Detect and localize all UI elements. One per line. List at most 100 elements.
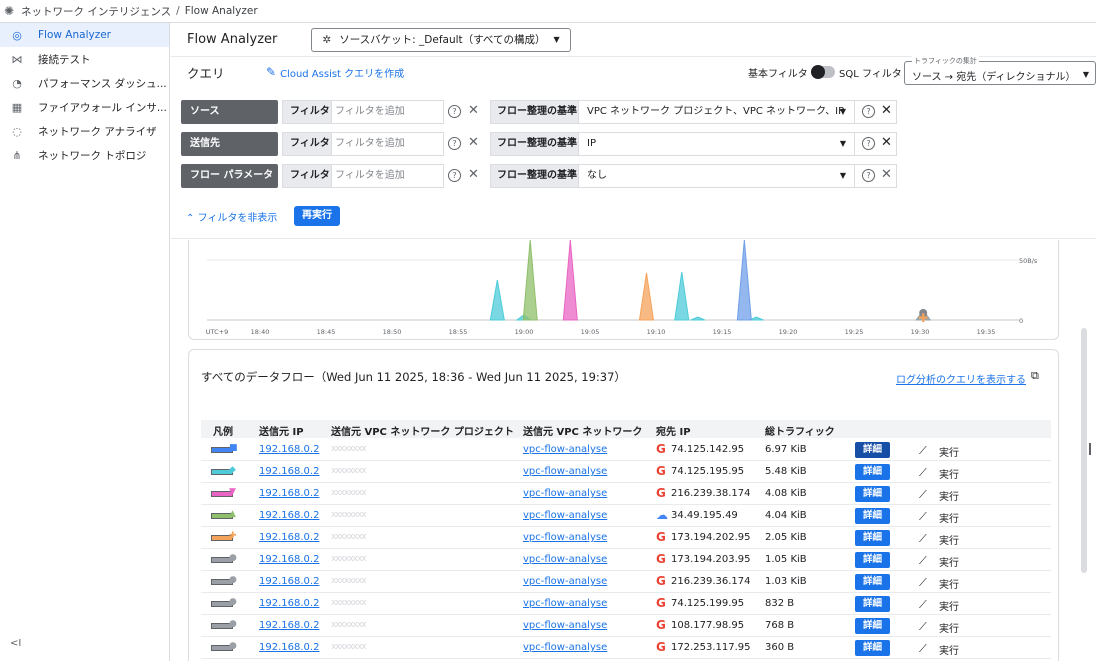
hide-filters-button[interactable]: ⌃ フィルタを非表示 (186, 209, 277, 224)
run-label[interactable]: 実行 (939, 598, 959, 613)
source-ip-link[interactable]: 192.168.0.2 (259, 554, 319, 565)
run-query-icon[interactable]: ⟋ (919, 444, 927, 458)
help-icon[interactable]: ? (862, 169, 875, 182)
run-query-icon[interactable]: ⟋ (919, 598, 927, 612)
flow-analyzer-icon: ◎ (12, 28, 22, 42)
run-label[interactable]: 実行 (939, 510, 959, 525)
breadcrumb-root[interactable]: ネットワーク インテリジェンス (21, 4, 171, 19)
filter-input[interactable]: フィルタを追加 (332, 164, 444, 188)
filter-input[interactable]: フィルタを追加 (332, 132, 444, 156)
series-area-4 (736, 239, 752, 321)
details-button[interactable]: 詳細 (855, 442, 890, 458)
sidebar-item-0[interactable]: ◎ Flow Analyzer (0, 23, 169, 47)
run-label[interactable]: 実行 (939, 466, 959, 481)
help-icon[interactable]: ? (448, 169, 461, 182)
destination-ip: 74.125.195.95 (671, 466, 745, 477)
source-network-link[interactable]: vpc-flow-analyse (523, 444, 607, 455)
run-label[interactable]: 実行 (939, 444, 959, 459)
details-button[interactable]: 詳細 (855, 596, 890, 612)
run-query-icon[interactable]: ⟋ (919, 576, 927, 590)
x-tick-label: 19:10 (647, 328, 666, 336)
source-ip-link[interactable]: 192.168.0.2 (259, 488, 319, 499)
details-button[interactable]: 詳細 (855, 530, 890, 546)
run-label[interactable]: 実行 (939, 642, 959, 657)
help-icon[interactable]: ? (862, 137, 875, 150)
remove-group-icon[interactable]: ✕ (881, 167, 892, 182)
details-button[interactable]: 詳細 (855, 574, 890, 590)
source-network-link[interactable]: vpc-flow-analyse (523, 620, 607, 631)
sidebar-item-5[interactable]: ⋔ ネットワーク トポロジ (0, 143, 169, 167)
source-ip-link[interactable]: 192.168.0.2 (259, 620, 319, 631)
source-ip-link[interactable]: 192.168.0.2 (259, 532, 319, 543)
source-network-link[interactable]: vpc-flow-analyse (523, 532, 607, 543)
details-button[interactable]: 詳細 (855, 640, 890, 656)
log-analytics-query-link[interactable]: ログ分析のクエリを表示する (896, 371, 1026, 386)
dropdown-arrow-icon: ▼ (839, 139, 846, 148)
filter-mode-toggle[interactable] (811, 65, 835, 79)
help-icon[interactable]: ? (448, 137, 461, 150)
source-network-link[interactable]: vpc-flow-analyse (523, 466, 607, 477)
x-tick-label: 19:35 (977, 328, 996, 336)
source-ip-link[interactable]: 192.168.0.2 (259, 510, 319, 521)
group-by-select[interactable]: VPC ネットワーク プロジェクト、VPC ネットワーク、IP ▼ (579, 100, 855, 124)
source-ip-link[interactable]: 192.168.0.2 (259, 642, 319, 653)
scrollbar[interactable] (1081, 328, 1087, 573)
source-ip-link[interactable]: 192.168.0.2 (259, 466, 319, 477)
cloud-assist-button[interactable]: ✎ Cloud Assist クエリを作成 (266, 65, 404, 80)
details-button[interactable]: 詳細 (855, 508, 890, 524)
run-query-icon[interactable]: ⟋ (919, 554, 927, 568)
filter-input[interactable]: フィルタを追加 (332, 100, 444, 124)
collapse-sidebar-icon[interactable]: <I (10, 638, 21, 649)
run-query-icon[interactable]: ⟋ (919, 620, 927, 634)
source-network-link[interactable]: vpc-flow-analyse (523, 554, 607, 565)
details-button[interactable]: 詳細 (855, 618, 890, 634)
traffic-aggregation-select[interactable]: トラフィックの集計 ソース → 宛先（ディレクショナル） ▼ (904, 56, 1096, 85)
legend-swatch: ✚ (211, 532, 237, 543)
details-button[interactable]: 詳細 (855, 552, 890, 568)
legend-marker-icon: ■ (229, 443, 238, 453)
clear-filter-icon[interactable]: ✕ (468, 103, 479, 118)
help-icon[interactable]: ? (862, 105, 875, 118)
sidebar-item-2[interactable]: ◔ パフォーマンス ダッシュ... (0, 71, 169, 95)
source-network-link[interactable]: vpc-flow-analyse (523, 510, 607, 521)
source-network-link[interactable]: vpc-flow-analyse (523, 576, 607, 587)
details-button[interactable]: 詳細 (855, 464, 890, 480)
run-label[interactable]: 実行 (939, 532, 959, 547)
y-tick-label: 50B/s (1019, 257, 1038, 265)
run-label[interactable]: 実行 (939, 554, 959, 569)
remove-group-icon[interactable]: ✕ (881, 103, 892, 118)
group-by-select[interactable]: なし ▼ (579, 164, 855, 188)
run-query-icon[interactable]: ⟋ (919, 532, 927, 546)
run-label[interactable]: 実行 (939, 576, 959, 591)
run-query-icon[interactable]: ⟋ (919, 642, 927, 656)
source-ip-link[interactable]: 192.168.0.2 (259, 576, 319, 587)
total-traffic: 6.97 KiB (765, 444, 807, 455)
traffic-aggregation-label: トラフィックの集計 (912, 56, 979, 66)
firewall-insights-icon: ▦ (11, 100, 23, 114)
group-by-select[interactable]: IP ▼ (579, 132, 855, 156)
clear-filter-icon[interactable]: ✕ (468, 167, 479, 182)
data-flows-card: すべてのデータフロー（Wed Jun 11 2025, 18:36 - Wed … (188, 349, 1059, 661)
source-bucket-select[interactable]: ✲ ソースバケット: _Default（すべての構成） ▼ (311, 27, 571, 52)
source-network-link[interactable]: vpc-flow-analyse (523, 488, 607, 499)
source-network-link[interactable]: vpc-flow-analyse (523, 598, 607, 609)
run-label[interactable]: 実行 (939, 488, 959, 503)
source-ip-link[interactable]: 192.168.0.2 (259, 444, 319, 455)
source-ip-link[interactable]: 192.168.0.2 (259, 598, 319, 609)
sidebar-item-3[interactable]: ▦ ファイアウォール インサ... (0, 95, 169, 119)
sidebar-item-1[interactable]: ⋈ 接続テスト (0, 47, 169, 71)
column-header: 送信元 VPC ネットワーク (523, 427, 643, 438)
run-label[interactable]: 実行 (939, 620, 959, 635)
details-button[interactable]: 詳細 (855, 486, 890, 502)
source-network-link[interactable]: vpc-flow-analyse (523, 642, 607, 653)
copy-icon[interactable]: ⧉ (1031, 369, 1039, 383)
run-query-icon[interactable]: ⟋ (919, 510, 927, 524)
remove-group-icon[interactable]: ✕ (881, 135, 892, 150)
run-query-icon[interactable]: ⟋ (919, 466, 927, 480)
sidebar-item-4[interactable]: ◌ ネットワーク アナライザ (0, 119, 169, 143)
run-query-icon[interactable]: ⟋ (919, 488, 927, 502)
sidebar-item-label: ネットワーク トポロジ (38, 149, 147, 162)
rerun-button[interactable]: 再実行 (294, 206, 340, 226)
help-icon[interactable]: ? (448, 105, 461, 118)
clear-filter-icon[interactable]: ✕ (468, 135, 479, 150)
